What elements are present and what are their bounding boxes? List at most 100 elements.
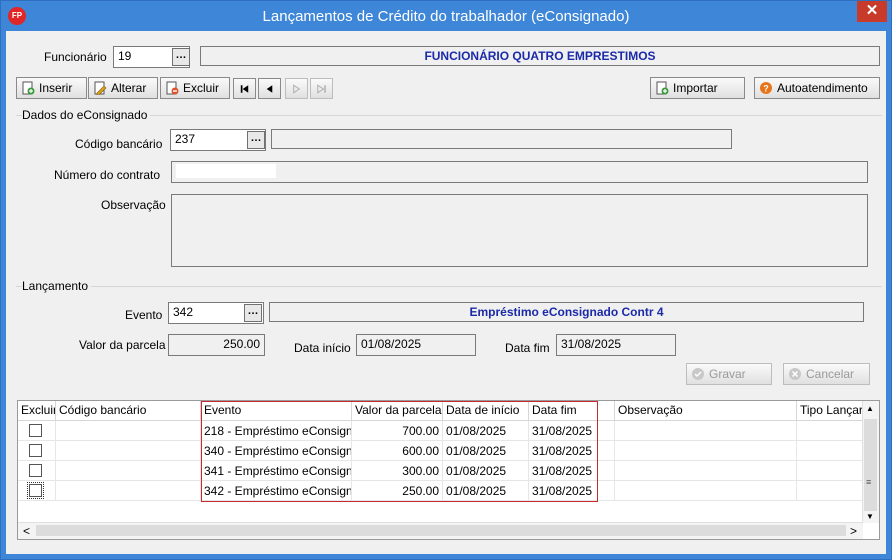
last-record-icon [317, 83, 326, 94]
table-cell [615, 461, 797, 481]
numero-contrato-field[interactable] [171, 161, 868, 183]
col-header-codigo-bancario[interactable]: Código bancário [56, 401, 201, 421]
table-cell-inicio[interactable]: 01/08/2025 [443, 441, 529, 461]
last-record-button[interactable] [310, 78, 333, 99]
inserir-label: Inserir [39, 81, 73, 95]
previous-record-icon [266, 84, 273, 93]
edit-pencil-icon [94, 81, 107, 95]
horizontal-scrollbar[interactable]: < > [18, 522, 863, 539]
data-fim-label: Data fim [505, 341, 550, 355]
valor-parcela-label: Valor da parcela [79, 338, 166, 352]
table-cell-evento[interactable]: 218 - Empréstimo eConsign [201, 421, 352, 441]
horizontal-scroll-thumb[interactable] [36, 525, 846, 536]
col-header-evento[interactable]: Evento [201, 401, 352, 421]
next-record-button[interactable] [285, 78, 308, 99]
row-excluir-checkbox[interactable] [29, 464, 42, 477]
funcionario-name-field: FUNCIONÁRIO QUATRO EMPRESTIMOS [200, 46, 880, 66]
table-cell-evento[interactable]: 341 - Empréstimo eConsign [201, 461, 352, 481]
gravar-label: Gravar [709, 367, 746, 381]
gravar-button[interactable]: Gravar [686, 363, 772, 385]
close-button[interactable]: ✕ [857, 1, 887, 22]
autoatendimento-label: Autoatendimento [777, 81, 868, 95]
table-row-excluir-cell [18, 421, 56, 441]
observacao-label: Observação [101, 198, 166, 212]
evento-label: Evento [125, 308, 163, 322]
data-inicio-label: Data início [294, 341, 351, 355]
cancelar-button[interactable]: Cancelar [783, 363, 870, 385]
first-record-button[interactable] [233, 78, 256, 99]
lancamentos-grid: Excluir Código bancário Evento Valor da … [17, 400, 880, 540]
valor-parcela-field[interactable]: 250.00 [168, 334, 265, 356]
col-header-data-fim[interactable]: Data fim [529, 401, 615, 421]
scroll-left-icon[interactable]: < [23, 524, 30, 538]
table-cell [56, 421, 201, 441]
col-header-observacao[interactable]: Observação [615, 401, 797, 421]
row-excluir-checkbox[interactable] [27, 482, 44, 499]
table-cell-valor[interactable]: 700.00 [352, 421, 443, 441]
numero-contrato-value [176, 164, 276, 178]
col-header-tipo-lancamento[interactable]: Tipo Lançar [797, 401, 864, 421]
alterar-label: Alterar [111, 81, 147, 95]
importar-label: Importar [673, 81, 718, 95]
alterar-button[interactable]: Alterar [88, 77, 158, 99]
excluir-button[interactable]: Excluir [160, 77, 230, 99]
scroll-right-icon[interactable]: > [850, 524, 857, 538]
table-cell-valor[interactable]: 300.00 [352, 461, 443, 481]
numero-contrato-label: Número do contrato [54, 168, 161, 182]
form-body: Funcionário 19 … FUNCIONÁRIO QUATRO EMPR… [6, 31, 886, 554]
table-cell-inicio[interactable]: 01/08/2025 [443, 421, 529, 441]
table-row-excluir-cell [18, 441, 56, 461]
table-cell [615, 481, 797, 501]
vertical-scrollbar[interactable]: ▲ ≡ ▼ [862, 401, 879, 523]
evento-lookup-button[interactable]: … [244, 304, 262, 322]
table-cell [797, 481, 864, 501]
grip-icon: ≡ [866, 477, 872, 487]
previous-record-button[interactable] [258, 78, 281, 99]
table-cell-fim[interactable]: 31/08/2025 [529, 481, 615, 501]
funcionario-label: Funcionário [44, 50, 107, 64]
table-cell [56, 481, 201, 501]
vertical-scroll-thumb[interactable] [864, 419, 877, 511]
table-cell [56, 461, 201, 481]
app-window: FP Lançamentos de Crédito do trabalhador… [0, 0, 892, 560]
inserir-button[interactable]: Inserir [16, 77, 87, 99]
first-record-icon [240, 84, 249, 93]
table-cell-fim[interactable]: 31/08/2025 [529, 461, 615, 481]
table-cell-evento[interactable]: 340 - Empréstimo eConsign [201, 441, 352, 461]
table-cell-valor[interactable]: 600.00 [352, 441, 443, 461]
codigo-bancario-lookup-button[interactable]: … [247, 131, 265, 149]
title-bar: FP Lançamentos de Crédito do trabalhador… [1, 1, 891, 31]
row-excluir-checkbox[interactable] [29, 424, 42, 437]
importar-button[interactable]: Importar [650, 77, 745, 99]
svg-text:?: ? [763, 84, 769, 94]
data-inicio-field[interactable]: 01/08/2025 [356, 334, 476, 356]
table-cell-evento[interactable]: 342 - Empréstimo eConsign [201, 481, 352, 501]
table-cell-inicio[interactable]: 01/08/2025 [443, 461, 529, 481]
table-cell-inicio[interactable]: 01/08/2025 [443, 481, 529, 501]
scroll-up-icon[interactable]: ▲ [866, 404, 874, 413]
table-cell [615, 421, 797, 441]
scroll-down-icon[interactable]: ▼ [866, 512, 874, 521]
table-cell [797, 441, 864, 461]
funcionario-lookup-button[interactable]: … [172, 48, 190, 66]
table-cell-valor[interactable]: 250.00 [352, 481, 443, 501]
window-title: Lançamentos de Crédito do trabalhador (e… [262, 8, 630, 25]
observacao-field[interactable] [171, 194, 868, 267]
table-cell [615, 441, 797, 461]
table-cell-fim[interactable]: 31/08/2025 [529, 441, 615, 461]
autoatendimento-button[interactable]: ? Autoatendimento [754, 77, 880, 99]
table-cell-fim[interactable]: 31/08/2025 [529, 421, 615, 441]
col-header-valor-parcela[interactable]: Valor da parcela [352, 401, 443, 421]
table-row-excluir-cell [18, 461, 56, 481]
import-document-icon [656, 81, 669, 95]
col-header-data-inicio[interactable]: Data de início [443, 401, 529, 421]
lancamento-group-label: Lançamento [22, 279, 92, 293]
codigo-bancario-desc-field [271, 129, 732, 149]
codigo-bancario-label: Código bancário [75, 137, 163, 151]
data-fim-field[interactable]: 31/08/2025 [556, 334, 676, 356]
col-header-excluir[interactable]: Excluir [18, 401, 56, 421]
next-record-icon [293, 83, 301, 94]
check-circle-icon [692, 368, 704, 380]
new-document-icon [22, 81, 35, 95]
row-excluir-checkbox[interactable] [29, 444, 42, 457]
